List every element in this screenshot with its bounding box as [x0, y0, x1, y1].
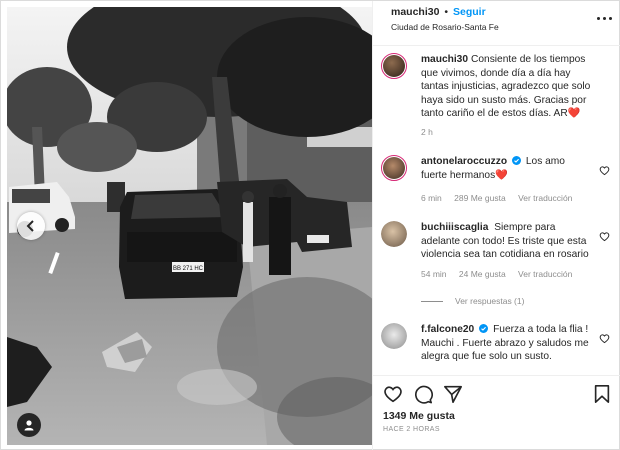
- comment-meta: 54 min 24 Me gusta Ver traducción: [421, 269, 582, 279]
- avatar[interactable]: [381, 221, 407, 247]
- caption-username[interactable]: mauchi30: [421, 54, 468, 65]
- header-divider: [373, 45, 620, 46]
- post-side-panel: mauchi30 • Seguir Ciudad de Rosario-Sant…: [372, 1, 620, 450]
- heart-icon[interactable]: [599, 231, 610, 242]
- replies-line: [421, 301, 443, 303]
- post-actions-bar: [373, 382, 620, 408]
- post-photo[interactable]: BB 271 HC: [7, 7, 372, 445]
- verified-badge-icon: [479, 324, 489, 333]
- heart-icon[interactable]: [599, 333, 610, 344]
- comment-time: 6 min: [421, 193, 442, 203]
- view-replies-label: Ver respuestas (1): [455, 296, 525, 306]
- actions-divider: [373, 375, 620, 376]
- separator-dot: •: [444, 6, 449, 18]
- caption-meta: 2 h: [421, 127, 443, 137]
- comment-text-block: buchiiiscaglia Siempre para adelante con…: [421, 221, 593, 262]
- avatar[interactable]: [381, 155, 407, 181]
- verified-badge-icon: [512, 156, 522, 165]
- post-like-count[interactable]: 1349 Me gusta: [383, 410, 455, 422]
- heart-icon[interactable]: [599, 165, 610, 176]
- view-replies-button[interactable]: Ver respuestas (1): [421, 296, 524, 306]
- bookmark-icon[interactable]: [592, 384, 612, 404]
- comment-likes[interactable]: 289 Me gusta: [454, 193, 506, 203]
- post-location[interactable]: Ciudad de Rosario-Santa Fe: [391, 22, 499, 32]
- user-icon: [24, 420, 34, 431]
- street-scene-image: BB 271 HC: [7, 7, 372, 445]
- share-send-icon[interactable]: [443, 384, 463, 404]
- avatar[interactable]: [381, 53, 407, 79]
- caption-text-block: mauchi30 Consiente de los tiempos que viv…: [421, 53, 593, 121]
- comment-username[interactable]: antonelaroccuzzo: [421, 156, 507, 167]
- tagged-users-button[interactable]: [17, 413, 41, 437]
- like-heart-icon[interactable]: [383, 384, 403, 404]
- instagram-post-frame: BB 271 HC mauchi30 • Seguir Ciudad de Ro…: [0, 0, 620, 450]
- more-horizontal-icon: [596, 16, 600, 20]
- post-timestamp: HACE 2 HORAS: [383, 426, 440, 433]
- follow-button[interactable]: Seguir: [453, 6, 486, 18]
- comment-time: 54 min: [421, 269, 447, 279]
- comment-text-block: antonelaroccuzzo Los amo fuerte hermanos…: [421, 155, 593, 182]
- comment-bubble-icon[interactable]: [413, 384, 433, 404]
- previous-image-button[interactable]: [17, 212, 45, 240]
- translate-button[interactable]: Ver traducción: [518, 193, 572, 203]
- translate-button[interactable]: Ver traducción: [518, 269, 572, 279]
- comment-text-block: f.falcone20 Fuerza a toda la flia ! Mauc…: [421, 323, 593, 364]
- comment-username[interactable]: buchiiiscaglia: [421, 222, 488, 233]
- post-header: mauchi30 • Seguir Ciudad de Rosario-Sant…: [373, 1, 620, 45]
- license-plate-text: BB 271 HC: [173, 266, 204, 272]
- comment-meta: 6 min 289 Me gusta Ver traducción: [421, 193, 582, 203]
- comment-likes[interactable]: 24 Me gusta: [459, 269, 506, 279]
- header-user-line: mauchi30 • Seguir: [391, 6, 486, 18]
- caption-time: 2 h: [421, 127, 433, 137]
- avatar[interactable]: [381, 323, 407, 349]
- chevron-left-icon: [26, 220, 34, 232]
- comment-username[interactable]: f.falcone20: [421, 324, 474, 335]
- more-options-button[interactable]: [594, 11, 614, 25]
- author-username[interactable]: mauchi30: [391, 6, 439, 18]
